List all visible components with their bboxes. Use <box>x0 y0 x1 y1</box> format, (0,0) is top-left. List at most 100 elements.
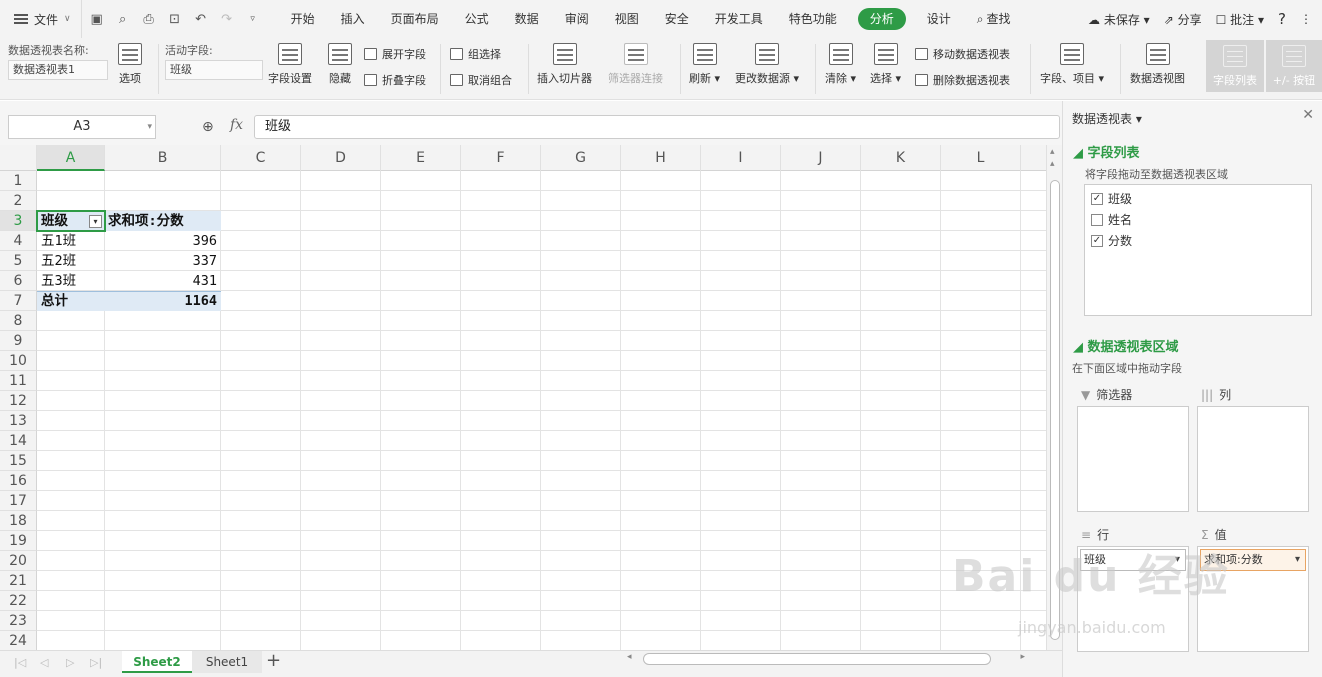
select-button[interactable]: 选择 ▾ <box>870 43 901 86</box>
field-settings-button[interactable]: 字段设置 <box>268 43 312 86</box>
find-button[interactable]: ⌕ 查找 <box>964 0 1024 38</box>
close-icon[interactable]: ✕ <box>1302 107 1314 123</box>
checkbox-checked[interactable]: ✓ <box>1091 192 1103 205</box>
filter-connections-button[interactable]: 筛选器连接 <box>608 43 663 86</box>
field-list-heading[interactable]: ◢ 字段列表 <box>1073 142 1140 161</box>
column-header-f[interactable]: F <box>461 145 541 171</box>
column-header-a[interactable]: A <box>37 145 105 171</box>
row-header[interactable]: 20 <box>0 551 37 571</box>
row-header[interactable]: 18 <box>0 511 37 531</box>
tab-home[interactable]: 开始 <box>278 0 328 38</box>
row-header[interactable]: 6 <box>0 271 37 291</box>
tab-data[interactable]: 数据 <box>502 0 552 38</box>
pivot-name-field[interactable]: 数据透视表1 <box>8 60 108 80</box>
row-header[interactable]: 1 <box>0 171 37 191</box>
share-button[interactable]: ⇗ 分享 <box>1164 11 1202 28</box>
columns-drop-zone[interactable] <box>1197 406 1309 512</box>
more-options-icon[interactable]: ⋮ <box>1300 12 1312 26</box>
tab-analyze[interactable]: 分析 <box>857 8 906 30</box>
horizontal-scroll-thumb[interactable] <box>643 653 991 665</box>
pivot-row-value[interactable]: 431 <box>106 271 220 291</box>
filters-drop-zone[interactable] <box>1077 406 1189 512</box>
refresh-button[interactable]: 刷新 ▾ <box>689 43 720 86</box>
scroll-up-icon[interactable]: ▴ <box>1050 147 1055 157</box>
spreadsheet-grid[interactable]: A B C D E F G H I J K L 1 2 3 4 5 6 7 8 9 10 11 12 1… <box>0 145 1046 650</box>
column-header-h[interactable]: H <box>621 145 701 171</box>
select-all-corner[interactable] <box>0 145 37 171</box>
expand-field-button[interactable]: 展开字段 <box>364 46 426 62</box>
sheet-tab-sheet2[interactable]: Sheet2 <box>122 651 192 673</box>
scroll-right-icon[interactable]: ▸ <box>1020 652 1025 662</box>
column-header-c[interactable]: C <box>221 145 301 171</box>
comment-button[interactable]: ☐ 批注 ▾ <box>1216 11 1264 28</box>
tab-security[interactable]: 安全 <box>652 0 702 38</box>
options-button[interactable]: 选项 <box>112 43 148 86</box>
first-sheet-icon[interactable]: |◁ <box>14 656 26 669</box>
tab-page-layout[interactable]: 页面布局 <box>378 0 452 38</box>
column-header-l[interactable]: L <box>941 145 1021 171</box>
filter-dropdown-icon[interactable]: ▾ <box>89 215 102 228</box>
collapse-field-button[interactable]: 折叠字段 <box>364 72 426 88</box>
ungroup-button[interactable]: 取消组合 <box>450 72 512 88</box>
prev-sheet-icon[interactable]: ◁ <box>40 656 48 669</box>
horizontal-scrollbar[interactable]: ◂ ▸ <box>625 652 1025 666</box>
field-item-class[interactable]: ✓ 班级 <box>1091 190 1132 207</box>
row-header[interactable]: 13 <box>0 411 37 431</box>
row-header[interactable]: 24 <box>0 631 37 650</box>
file-menu[interactable]: 文件 ∨ <box>0 0 81 38</box>
formula-input[interactable]: 班级 <box>254 115 1060 139</box>
checkbox-checked[interactable]: ✓ <box>1091 234 1103 247</box>
save-icon[interactable]: ▣ <box>88 10 106 28</box>
row-header[interactable]: 8 <box>0 311 37 331</box>
undo-icon[interactable]: ↶ <box>192 10 210 28</box>
pivot-row-value[interactable]: 337 <box>106 251 220 271</box>
row-header[interactable]: 4 <box>0 231 37 251</box>
pivot-total-label[interactable]: 总计 <box>41 291 103 311</box>
pivot-chart-button[interactable]: 数据透视图 <box>1130 43 1185 86</box>
pivot-row-value[interactable]: 396 <box>106 231 220 251</box>
name-box[interactable]: A3 <box>8 115 156 139</box>
pivot-row-label[interactable]: 五3班 <box>41 271 103 291</box>
scroll-left-icon[interactable]: ◂ <box>627 652 632 662</box>
zoom-icon[interactable]: ⊕ <box>202 119 214 135</box>
tab-formulas[interactable]: 公式 <box>452 0 502 38</box>
clear-button[interactable]: 清除 ▾ <box>825 43 856 86</box>
pivot-row-label-header[interactable]: 班级 <box>41 211 91 231</box>
field-list-toggle[interactable]: 字段列表 <box>1206 40 1264 92</box>
pivot-total-value[interactable]: 1164 <box>106 291 220 311</box>
scroll-up-fast-icon[interactable]: ▴ <box>1050 159 1055 169</box>
tab-design[interactable]: 设计 <box>914 0 964 38</box>
row-header[interactable]: 22 <box>0 591 37 611</box>
last-sheet-icon[interactable]: ▷| <box>90 656 102 669</box>
row-header[interactable]: 15 <box>0 451 37 471</box>
field-item-score[interactable]: ✓ 分数 <box>1091 232 1132 249</box>
row-header[interactable]: 23 <box>0 611 37 631</box>
next-sheet-icon[interactable]: ▷ <box>66 656 74 669</box>
tab-review[interactable]: 审阅 <box>552 0 602 38</box>
column-header-e[interactable]: E <box>381 145 461 171</box>
sheet-tab-sheet1[interactable]: Sheet1 <box>192 651 262 673</box>
add-sheet-button[interactable]: + <box>266 651 281 671</box>
fields-items-button[interactable]: 字段、项目 ▾ <box>1040 43 1104 86</box>
tab-view[interactable]: 视图 <box>602 0 652 38</box>
row-header[interactable]: 17 <box>0 491 37 511</box>
row-header[interactable]: 11 <box>0 371 37 391</box>
pivot-area-heading[interactable]: ◢ 数据透视表区域 <box>1073 336 1179 355</box>
hide-button[interactable]: 隐藏 <box>328 43 352 86</box>
row-header[interactable]: 10 <box>0 351 37 371</box>
field-item-name[interactable]: 姓名 <box>1091 211 1132 228</box>
unsaved-status[interactable]: ☁ 未保存 ▾ <box>1088 11 1150 28</box>
help-button[interactable]: ? <box>1278 10 1286 28</box>
fx-icon[interactable]: fx <box>230 117 243 133</box>
row-header[interactable]: 21 <box>0 571 37 591</box>
column-header-g[interactable]: G <box>541 145 621 171</box>
more-icon[interactable]: ▿ <box>244 10 262 28</box>
insert-slicer-button[interactable]: 插入切片器 <box>537 43 592 86</box>
row-header[interactable]: 12 <box>0 391 37 411</box>
column-header-d[interactable]: D <box>301 145 381 171</box>
active-field-input[interactable]: 班级 <box>165 60 263 80</box>
column-header-i[interactable]: I <box>701 145 781 171</box>
row-header[interactable]: 5 <box>0 251 37 271</box>
row-header[interactable]: 2 <box>0 191 37 211</box>
checkbox-unchecked[interactable] <box>1091 213 1103 226</box>
